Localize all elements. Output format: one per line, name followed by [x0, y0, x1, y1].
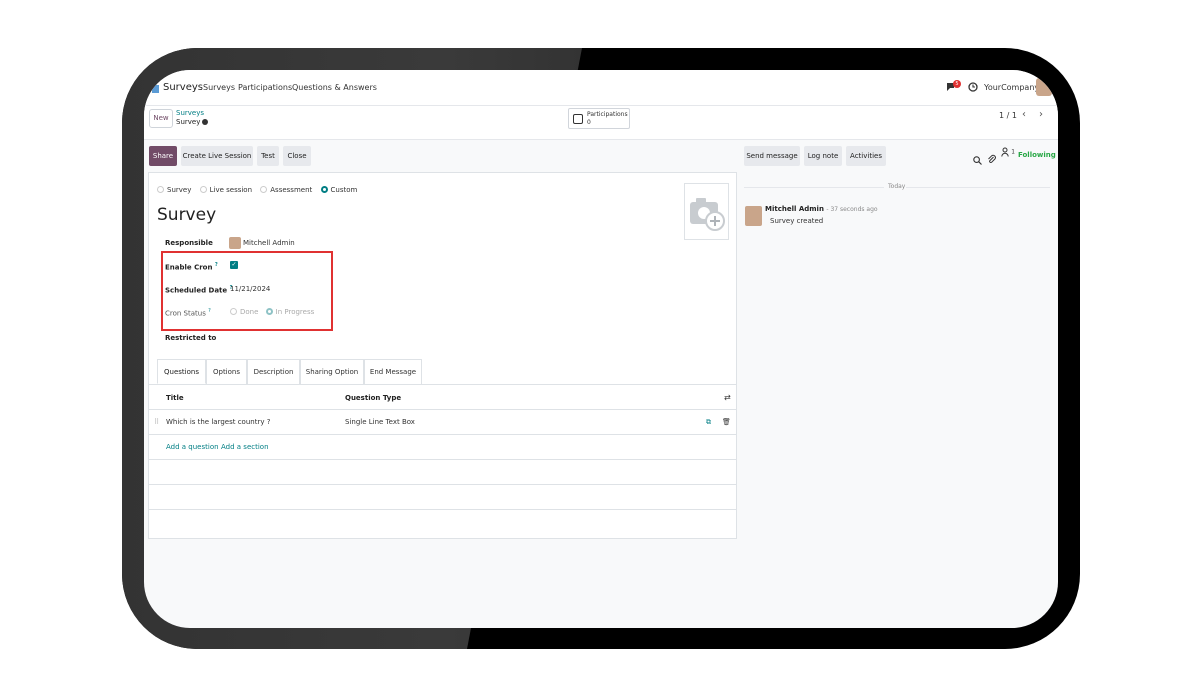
- gear-icon[interactable]: [202, 119, 209, 125]
- tab-end-message[interactable]: End Message: [364, 359, 422, 384]
- user-avatar[interactable]: [1036, 78, 1052, 96]
- top-navbar: Surveys Surveys Participations Questions…: [144, 70, 1058, 106]
- control-panel: New Surveys Survey Participations 0 1 / …: [144, 106, 1058, 140]
- table-row-empty: [149, 485, 736, 510]
- pager-next-icon[interactable]: ›: [1039, 109, 1043, 120]
- table-row[interactable]: ⠿ Which is the largest country ? Single …: [149, 410, 736, 435]
- smart-button-label: Participations: [587, 111, 628, 118]
- radio-assessment[interactable]: [260, 186, 268, 193]
- radio-live-session[interactable]: [199, 186, 207, 193]
- radio-survey[interactable]: [157, 186, 164, 193]
- date-separator: Today: [888, 183, 906, 190]
- message-author[interactable]: Mitchell Admin - 37 seconds ago: [765, 205, 878, 213]
- questions-table-header: Title Question Type ⇄: [149, 384, 736, 410]
- notification-badge: 5: [953, 80, 961, 88]
- create-live-session-button[interactable]: Create Live Session: [181, 146, 253, 166]
- participations-smart-button[interactable]: Participations 0: [568, 108, 630, 129]
- tab-questions[interactable]: Questions: [157, 359, 206, 384]
- search-icon[interactable]: [973, 150, 982, 169]
- table-row-add: Add a question Add a section: [149, 435, 736, 460]
- stage: Surveys Surveys Participations Questions…: [0, 0, 1200, 697]
- pager-prev-icon[interactable]: ‹: [1022, 109, 1026, 120]
- breadcrumb-current: Survey: [176, 118, 209, 126]
- test-button[interactable]: Test: [257, 146, 279, 166]
- follower-count: 1: [1011, 149, 1015, 156]
- camera-plus-icon: [690, 198, 725, 231]
- table-row-empty: [149, 460, 736, 485]
- paperclip-icon[interactable]: [987, 149, 996, 168]
- radio-custom[interactable]: [320, 186, 328, 193]
- pager-value: 1 / 1: [999, 111, 1017, 120]
- column-question-type[interactable]: Question Type: [345, 394, 401, 402]
- survey-app-icon[interactable]: [149, 81, 159, 93]
- activities-button[interactable]: Activities: [846, 146, 886, 166]
- clock-icon[interactable]: [968, 82, 978, 94]
- log-note-button[interactable]: Log note: [804, 146, 842, 166]
- radio-custom-label: Custom: [330, 186, 358, 194]
- responsible-field[interactable]: Mitchell Admin: [229, 237, 295, 249]
- company-switcher[interactable]: YourCompany: [984, 83, 1039, 92]
- date-separator-line: [744, 187, 884, 188]
- menu-surveys[interactable]: Surveys: [203, 83, 235, 92]
- message-body: Survey created: [770, 217, 824, 225]
- add-section-link[interactable]: Add a section: [221, 443, 269, 451]
- responsible-label: Responsible: [165, 239, 213, 247]
- new-button[interactable]: New: [149, 109, 173, 128]
- restricted-label: Restricted to: [165, 334, 217, 342]
- tab-sharing-option[interactable]: Sharing Option: [300, 359, 364, 384]
- following-button[interactable]: Following: [1018, 151, 1056, 159]
- column-title[interactable]: Title: [166, 394, 184, 402]
- author-avatar[interactable]: [745, 206, 762, 226]
- date-separator-line: [906, 187, 1050, 188]
- radio-survey-label: Survey: [167, 186, 192, 194]
- form-sheet: Survey Live session Assessment Custom Su…: [148, 172, 737, 539]
- user-avatar-small: [229, 237, 241, 249]
- column-settings-icon[interactable]: ⇄: [724, 393, 731, 402]
- app-screen: Surveys Surveys Participations Questions…: [144, 70, 1058, 628]
- drag-handle-icon[interactable]: ⠿: [154, 418, 159, 426]
- close-button[interactable]: Close: [283, 146, 311, 166]
- table-row-empty: [149, 510, 736, 535]
- tab-description[interactable]: Description: [247, 359, 300, 384]
- highlight-box: [161, 251, 333, 331]
- checkbox-icon: [573, 114, 583, 124]
- followers-button[interactable]: 1: [1001, 147, 1015, 159]
- copy-icon[interactable]: ⧉: [706, 418, 711, 427]
- survey-title-input[interactable]: Survey: [157, 205, 216, 225]
- question-title[interactable]: Which is the largest country ?: [166, 418, 270, 426]
- breadcrumb-surveys[interactable]: Surveys: [176, 109, 204, 117]
- question-type[interactable]: Single Line Text Box: [345, 418, 415, 426]
- menu-participations[interactable]: Participations: [238, 83, 292, 92]
- image-upload[interactable]: [684, 183, 729, 240]
- message-author-name: Mitchell Admin: [765, 205, 824, 213]
- send-message-button[interactable]: Send message: [744, 146, 800, 166]
- app-name[interactable]: Surveys: [163, 82, 203, 93]
- tab-options[interactable]: Options: [206, 359, 247, 384]
- responsible-value: Mitchell Admin: [243, 239, 295, 247]
- radio-live-session-label: Live session: [209, 186, 253, 194]
- person-icon: [1001, 147, 1011, 159]
- breadcrumb-current-label: Survey: [176, 118, 201, 126]
- trash-icon[interactable]: 🗑: [722, 418, 731, 426]
- share-button[interactable]: Share: [149, 146, 177, 166]
- smart-button-count: 0: [587, 119, 591, 126]
- radio-assessment-label: Assessment: [270, 186, 313, 194]
- add-question-link[interactable]: Add a question: [166, 443, 219, 451]
- message-time: - 37 seconds ago: [826, 206, 878, 213]
- menu-questions-answers[interactable]: Questions & Answers: [292, 83, 377, 92]
- smart-button-text: Participations 0: [587, 111, 628, 127]
- survey-type-radio: Survey Live session Assessment Custom: [157, 186, 363, 194]
